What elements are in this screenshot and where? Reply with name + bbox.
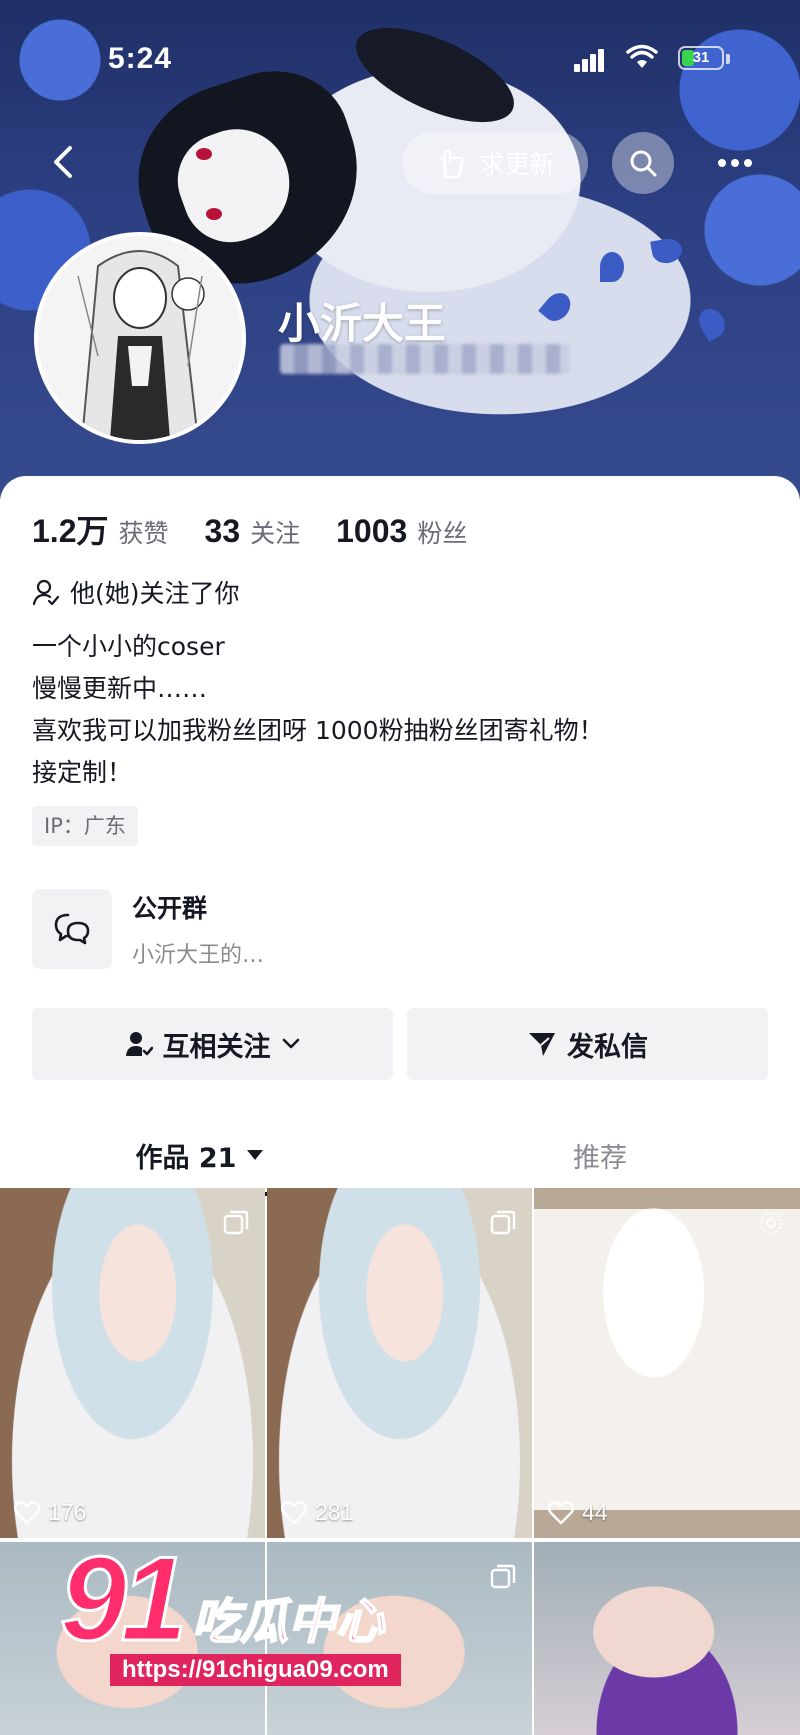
chevron-down-icon: [282, 1038, 299, 1049]
hand-point-icon: [440, 149, 464, 179]
stat-following-label: 关注: [250, 519, 301, 548]
stat-likes-value: 1.2万: [32, 513, 109, 549]
request-update-label: 求更新: [479, 150, 555, 179]
wifi-icon: [626, 44, 658, 74]
more-dots-icon: [718, 159, 752, 167]
mutual-follow-label: 互相关注: [162, 1031, 271, 1063]
group-chat-icon: [32, 889, 112, 969]
follows-you-text: 他(她)关注了你: [70, 579, 240, 608]
bio-line: 慢慢更新中……: [32, 674, 208, 703]
status-bar: 5:24 31: [0, 0, 800, 110]
caret-down-icon: [247, 1150, 264, 1160]
back-button[interactable]: [44, 142, 84, 182]
post-likes: 281: [281, 1499, 353, 1526]
status-time: 5:24: [108, 42, 173, 75]
stats-row: 1.2万 获赞 33 关注 1003 粉丝: [32, 506, 503, 552]
group-subtitle: 小沂大王的…: [132, 943, 265, 968]
ip-location-tag: IP：广东: [32, 806, 138, 846]
search-button[interactable]: [612, 132, 674, 194]
chevron-left-icon: [54, 146, 72, 178]
avatar[interactable]: [34, 232, 246, 444]
watermark-brand-cn: 吃瓜中心: [191, 1593, 385, 1651]
avatar-illustration: [38, 236, 242, 440]
more-options-button[interactable]: [704, 132, 766, 194]
tab-works[interactable]: 作品 21: [0, 1112, 400, 1198]
stat-likes-label: 获赞: [118, 519, 169, 548]
post-likes: 176: [14, 1499, 86, 1526]
post-thumbnail[interactable]: 281: [267, 1188, 532, 1538]
profile-nickname: 小沂大王: [278, 299, 447, 348]
mutual-follow-icon: [125, 1032, 153, 1056]
stat-followers-value: 1003: [336, 513, 408, 549]
post-likes-count: 281: [315, 1499, 354, 1525]
group-title: 公开群: [132, 894, 208, 923]
stat-following[interactable]: 33 关注: [205, 513, 301, 550]
send-message-label: 发私信: [567, 1031, 648, 1063]
live-photo-icon: [760, 1212, 782, 1234]
request-update-button[interactable]: 求更新: [402, 132, 588, 194]
multi-image-icon: [223, 1210, 249, 1235]
tab-recommend[interactable]: 推荐: [400, 1112, 800, 1198]
send-icon: [529, 1033, 555, 1056]
blurred-user-id: [280, 344, 570, 374]
tab-works-label: 作品 21: [135, 1142, 237, 1174]
heart-icon: [14, 1500, 40, 1524]
watermark-brand: 91: [58, 1531, 189, 1668]
stat-followers[interactable]: 1003 粉丝: [336, 513, 467, 550]
heart-icon: [548, 1500, 574, 1524]
content-tabs: 作品 21 推荐: [0, 1112, 800, 1198]
battery-level: 31: [692, 49, 710, 66]
user-follow-icon: [32, 579, 60, 606]
watermark-url: https://91chigua09.com: [110, 1654, 401, 1686]
post-thumbnail[interactable]: 176: [0, 1188, 265, 1538]
heart-icon: [281, 1500, 307, 1524]
multi-image-icon: [490, 1210, 516, 1235]
search-icon: [630, 150, 657, 177]
watermark-logo: 91 吃瓜中心 https://91chigua09.com: [58, 1530, 420, 1710]
post-likes: 44: [548, 1499, 608, 1526]
send-message-button[interactable]: 发私信: [407, 1008, 768, 1080]
profile-bio: 一个小小的coser 慢慢更新中…… 喜欢我可以加我粉丝团呀 1000粉抽粉丝团…: [32, 626, 604, 794]
mutual-follow-button[interactable]: 互相关注: [32, 1008, 393, 1080]
stat-followers-label: 粉丝: [417, 519, 468, 548]
bio-line: 喜欢我可以加我粉丝团呀 1000粉抽粉丝团寄礼物！: [32, 716, 604, 745]
bio-line: 接定制！: [32, 758, 133, 787]
stat-following-value: 33: [204, 513, 241, 549]
multi-image-icon: [490, 1564, 516, 1589]
cellular-signal-icon: [574, 48, 604, 72]
public-group-entry[interactable]: 公开群 小沂大王的…: [32, 886, 772, 972]
bio-line: 一个小小的coser: [32, 632, 225, 661]
post-thumbnail[interactable]: 44: [534, 1188, 800, 1538]
follows-you-indicator: 他(她)关注了你: [32, 574, 240, 610]
post-thumbnail[interactable]: [534, 1542, 800, 1735]
battery-icon: 31: [678, 46, 724, 70]
tab-recommend-label: 推荐: [573, 1142, 627, 1174]
stat-likes[interactable]: 1.2万 获赞: [32, 506, 169, 552]
action-buttons: 互相关注 发私信: [32, 1008, 768, 1080]
post-likes-count: 44: [582, 1499, 608, 1525]
post-likes-count: 176: [48, 1499, 87, 1525]
